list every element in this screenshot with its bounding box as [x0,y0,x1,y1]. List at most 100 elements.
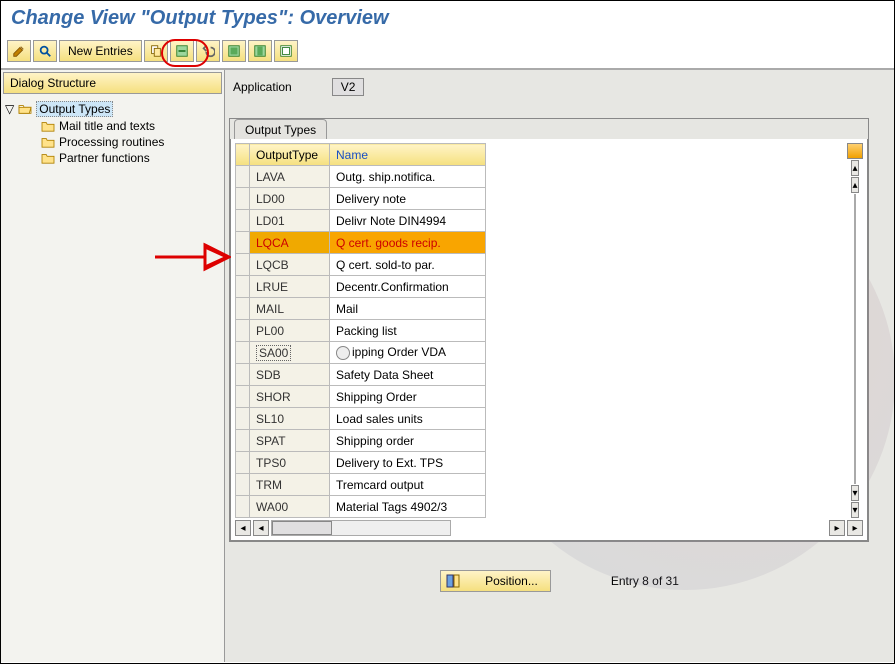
toggle-edit-button[interactable] [7,40,31,62]
h-scroll-thumb[interactable] [272,521,332,535]
delete-button[interactable] [170,40,194,62]
dialog-structure-tree[interactable]: ▽ Output Types Mail title and texts Proc… [1,96,224,170]
cell-name[interactable]: Delivr Note DIN4994 [330,210,486,232]
cell-output-type[interactable]: SA00 [250,342,330,364]
cell-output-type[interactable]: SHOR [250,386,330,408]
cell-output-type[interactable]: PL00 [250,320,330,342]
horizontal-scroll[interactable]: ◂ ◂ ▸ ▸ [235,520,863,536]
scroll-right-end-button[interactable]: ▸ [847,520,863,536]
scroll-left-button[interactable]: ◂ [253,520,269,536]
table-row[interactable]: TRMTremcard output [236,474,486,496]
cell-output-type[interactable]: SL10 [250,408,330,430]
row-selector[interactable] [236,342,250,364]
page-title: Change View "Output Types": Overview [1,1,894,38]
tree-root-output-types[interactable]: ▽ Output Types [5,100,220,118]
scroll-up-button[interactable]: ▴ [851,177,858,193]
cell-output-type[interactable]: SDB [250,364,330,386]
table-header-row: OutputType Name [236,144,486,166]
cell-output-type[interactable]: MAIL [250,298,330,320]
table-row[interactable]: SHORShipping Order [236,386,486,408]
row-selector[interactable] [236,474,250,496]
cell-name[interactable]: Material Tags 4902/3 [330,496,486,518]
table-row[interactable]: LRUEDecentr.Confirmation [236,276,486,298]
row-selector[interactable] [236,320,250,342]
select-all-button[interactable] [222,40,246,62]
cell-name[interactable]: Outg. ship.notifica. [330,166,486,188]
table-row[interactable]: SL10Load sales units [236,408,486,430]
row-selector[interactable] [236,188,250,210]
table-row[interactable]: WA00Material Tags 4902/3 [236,496,486,518]
table-row[interactable]: PL00Packing list [236,320,486,342]
position-button[interactable]: Position... [440,570,551,592]
cell-output-type[interactable]: LQCA [250,232,330,254]
row-selector[interactable] [236,232,250,254]
deselect-all-button[interactable] [274,40,298,62]
row-selector[interactable] [236,386,250,408]
f4-help-icon[interactable] [336,346,350,360]
cell-name[interactable]: Q cert. sold-to par. [330,254,486,276]
row-selector[interactable] [236,276,250,298]
cell-output-type[interactable]: SPAT [250,430,330,452]
row-selector[interactable] [236,254,250,276]
table-row[interactable]: LAVAOutg. ship.notifica. [236,166,486,188]
cell-output-type[interactable]: LRUE [250,276,330,298]
table-row[interactable]: SPATShipping order [236,430,486,452]
cell-output-type[interactable]: LD01 [250,210,330,232]
cell-name[interactable]: ipping Order VDA [330,342,486,364]
cell-name[interactable]: Shipping Order [330,386,486,408]
table-settings-button[interactable] [847,143,863,159]
cell-name[interactable]: Mail [330,298,486,320]
table-row[interactable]: LD00Delivery note [236,188,486,210]
output-types-tab[interactable]: Output Types [234,119,327,139]
row-selector[interactable] [236,210,250,232]
expand-icon[interactable]: ▽ [5,102,14,116]
cell-name[interactable]: Shipping order [330,430,486,452]
tree-item-partner-functions[interactable]: Partner functions [5,150,220,166]
column-name[interactable]: Name [330,144,486,166]
tree-item-mail-title[interactable]: Mail title and texts [5,118,220,134]
scroll-right-button[interactable]: ▸ [829,520,845,536]
cell-name[interactable]: Load sales units [330,408,486,430]
new-entries-button[interactable]: New Entries [59,40,142,62]
cell-output-type[interactable]: WA00 [250,496,330,518]
cell-output-type[interactable]: LAVA [250,166,330,188]
column-output-type[interactable]: OutputType [250,144,330,166]
table-row[interactable]: TPS0Delivery to Ext. TPS [236,452,486,474]
cell-output-type[interactable]: LD00 [250,188,330,210]
row-selector[interactable] [236,496,250,518]
tree-item-processing-routines[interactable]: Processing routines [5,134,220,150]
table-row[interactable]: SA00ipping Order VDA [236,342,486,364]
row-selector[interactable] [236,452,250,474]
scroll-top-button[interactable]: ▴ [851,160,858,176]
cell-name[interactable]: Q cert. goods recip. [330,232,486,254]
row-selector-header[interactable] [236,144,250,166]
scroll-down-button[interactable]: ▾ [851,485,858,501]
cell-output-type[interactable]: TRM [250,474,330,496]
row-selector[interactable] [236,166,250,188]
scroll-left-end-button[interactable]: ◂ [235,520,251,536]
vertical-scroll-track[interactable] [854,194,856,484]
row-selector[interactable] [236,430,250,452]
undo-button[interactable] [196,40,220,62]
scroll-bottom-button[interactable]: ▾ [851,502,858,518]
table-row[interactable]: LQCAQ cert. goods recip. [236,232,486,254]
row-selector[interactable] [236,364,250,386]
table-row[interactable]: LQCBQ cert. sold-to par. [236,254,486,276]
details-button[interactable] [33,40,57,62]
output-types-table[interactable]: OutputType Name LAVAOutg. ship.notifica.… [235,143,486,518]
cell-name[interactable]: Tremcard output [330,474,486,496]
cell-name[interactable]: Safety Data Sheet [330,364,486,386]
table-row[interactable]: SDBSafety Data Sheet [236,364,486,386]
table-row[interactable]: MAILMail [236,298,486,320]
cell-name[interactable]: Delivery to Ext. TPS [330,452,486,474]
cell-output-type[interactable]: LQCB [250,254,330,276]
cell-name[interactable]: Packing list [330,320,486,342]
cell-output-type[interactable]: TPS0 [250,452,330,474]
copy-button[interactable] [144,40,168,62]
row-selector[interactable] [236,298,250,320]
row-selector[interactable] [236,408,250,430]
cell-name[interactable]: Delivery note [330,188,486,210]
select-block-button[interactable] [248,40,272,62]
table-row[interactable]: LD01Delivr Note DIN4994 [236,210,486,232]
cell-name[interactable]: Decentr.Confirmation [330,276,486,298]
